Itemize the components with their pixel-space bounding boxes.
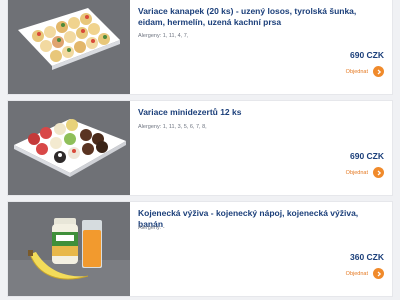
order-label[interactable]: Objednat: [346, 69, 368, 75]
order-button[interactable]: Objednat: [346, 66, 384, 77]
product-price: 690 CZK: [349, 50, 384, 60]
product-title[interactable]: Kojenecká výživa - kojenecký nápoj, koje…: [138, 208, 384, 230]
chevron-right-icon[interactable]: [373, 167, 384, 178]
chevron-right-icon[interactable]: [373, 268, 384, 279]
product-allergens: Alergeny: 1, 11, 4, 7,: [138, 33, 189, 39]
order-label[interactable]: Objednat: [346, 271, 368, 277]
order-button[interactable]: Objednat: [346, 167, 384, 178]
product-card: Kojenecká výživa - kojenecký nápoj, koje…: [8, 202, 392, 296]
product-card: Variace kanapek (20 ks) - uzený losos, t…: [8, 0, 392, 94]
canape-platter-image[interactable]: [8, 0, 130, 94]
mini-dessert-platter-image[interactable]: [8, 101, 130, 195]
product-allergens: Alergeny: -: [138, 225, 165, 231]
baby-food-image[interactable]: [8, 202, 130, 296]
product-list: Variace kanapek (20 ks) - uzený losos, t…: [0, 0, 400, 300]
product-title[interactable]: Variace minidezertů 12 ks: [138, 107, 384, 118]
product-card: Variace minidezertů 12 ks Alergeny: 1, 1…: [8, 101, 392, 195]
product-price: 690 CZK: [349, 151, 384, 161]
chevron-right-icon[interactable]: [373, 66, 384, 77]
product-info: Variace minidezertů 12 ks Alergeny: 1, 1…: [138, 107, 384, 189]
product-info: Kojenecká výživa - kojenecký nápoj, koje…: [138, 208, 384, 290]
product-title[interactable]: Variace kanapek (20 ks) - uzený losos, t…: [138, 6, 384, 28]
product-allergens: Alergeny: 1, 11, 3, 5, 6, 7, 8,: [138, 124, 207, 130]
order-button[interactable]: Objednat: [346, 268, 384, 279]
product-info: Variace kanapek (20 ks) - uzený losos, t…: [138, 6, 384, 88]
order-label[interactable]: Objednat: [346, 170, 368, 176]
product-price: 360 CZK: [349, 252, 384, 262]
